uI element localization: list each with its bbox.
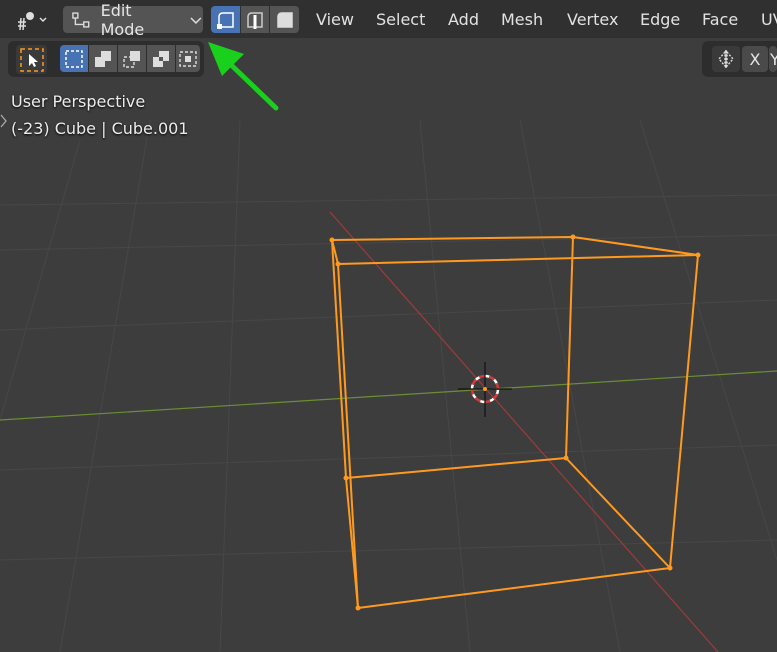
editor-type-button[interactable] [10, 6, 54, 33]
mirror-icon [718, 50, 734, 68]
mirror-x-label: X [749, 49, 761, 69]
face-select-icon [276, 11, 293, 28]
annotation-arrow-icon [208, 42, 279, 111]
menu-edge[interactable]: Edge [640, 0, 680, 38]
menu-add[interactable]: Add [448, 0, 479, 38]
difference-icon [153, 50, 169, 67]
toolbar-expand-icon[interactable] [0, 114, 8, 128]
extend-icon [95, 50, 111, 67]
edge-select-icon [247, 11, 263, 29]
mode-extend-button[interactable] [89, 45, 117, 72]
menu-add-label: Add [448, 9, 479, 29]
menu-view[interactable]: View [316, 0, 354, 38]
edit-mode-icon [72, 11, 90, 28]
menu-vertex[interactable]: Vertex [567, 0, 618, 38]
object-tools-icon [18, 11, 47, 30]
menu-uv[interactable]: UV [761, 0, 777, 38]
menu-mesh[interactable]: Mesh [501, 0, 543, 38]
menu-face-label: Face [702, 9, 739, 29]
menu-vertex-label: Vertex [567, 9, 619, 29]
menu-select-label: Select [376, 9, 426, 29]
edge-select-button[interactable] [241, 6, 269, 33]
face-select-button[interactable] [270, 6, 299, 33]
mirror-x-toggle[interactable]: X [742, 46, 768, 72]
intersect-icon [179, 50, 197, 67]
mirror-y-toggle[interactable]: Y [769, 46, 777, 72]
floor-grid [0, 119, 777, 652]
menu-face[interactable]: Face [702, 0, 738, 38]
mirror-y-label: Y [770, 49, 777, 69]
vertex-select-icon [216, 11, 234, 29]
menu-edge-label: Edge [640, 9, 681, 29]
mode-set-new-button[interactable] [60, 45, 88, 72]
menu-uv-label: UV [761, 9, 777, 29]
select-box-tool-icon [19, 47, 44, 72]
menu-view-label: View [316, 9, 354, 29]
vertex-select-button[interactable] [211, 6, 240, 33]
view-name-text: User Perspective [11, 92, 146, 111]
menu-select[interactable]: Select [376, 0, 425, 38]
menu-mesh-label: Mesh [501, 9, 544, 29]
mirror-button[interactable] [712, 46, 740, 72]
mode-subtract-button[interactable] [118, 45, 146, 72]
x-axis-line [0, 370, 777, 421]
subtract-icon [123, 50, 140, 68]
chevron-down-icon [190, 17, 202, 24]
mode-dropdown[interactable]: Edit Mode [63, 1, 203, 39]
object-info-text: (-23) Cube | Cube.001 [11, 119, 189, 138]
mode-dropdown-label: Edit Mode [100, 0, 145, 39]
mode-difference-button[interactable] [147, 45, 175, 72]
mode-intersect-button[interactable] [176, 45, 200, 72]
active-tool-button[interactable] [16, 45, 47, 74]
set-new-icon [65, 49, 83, 68]
